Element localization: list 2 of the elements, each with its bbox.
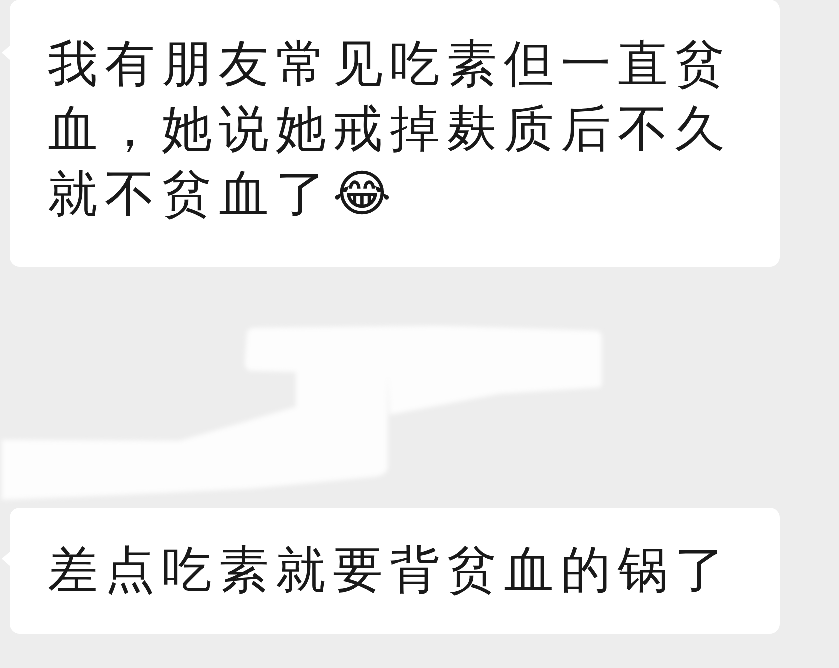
message-text: 我有朋友常见吃素但一直贫血，她说她戒掉麸质后不久就不贫血了😂 xyxy=(48,35,732,223)
message-text: 差点吃素就要背贫血的锅了 xyxy=(48,541,732,599)
